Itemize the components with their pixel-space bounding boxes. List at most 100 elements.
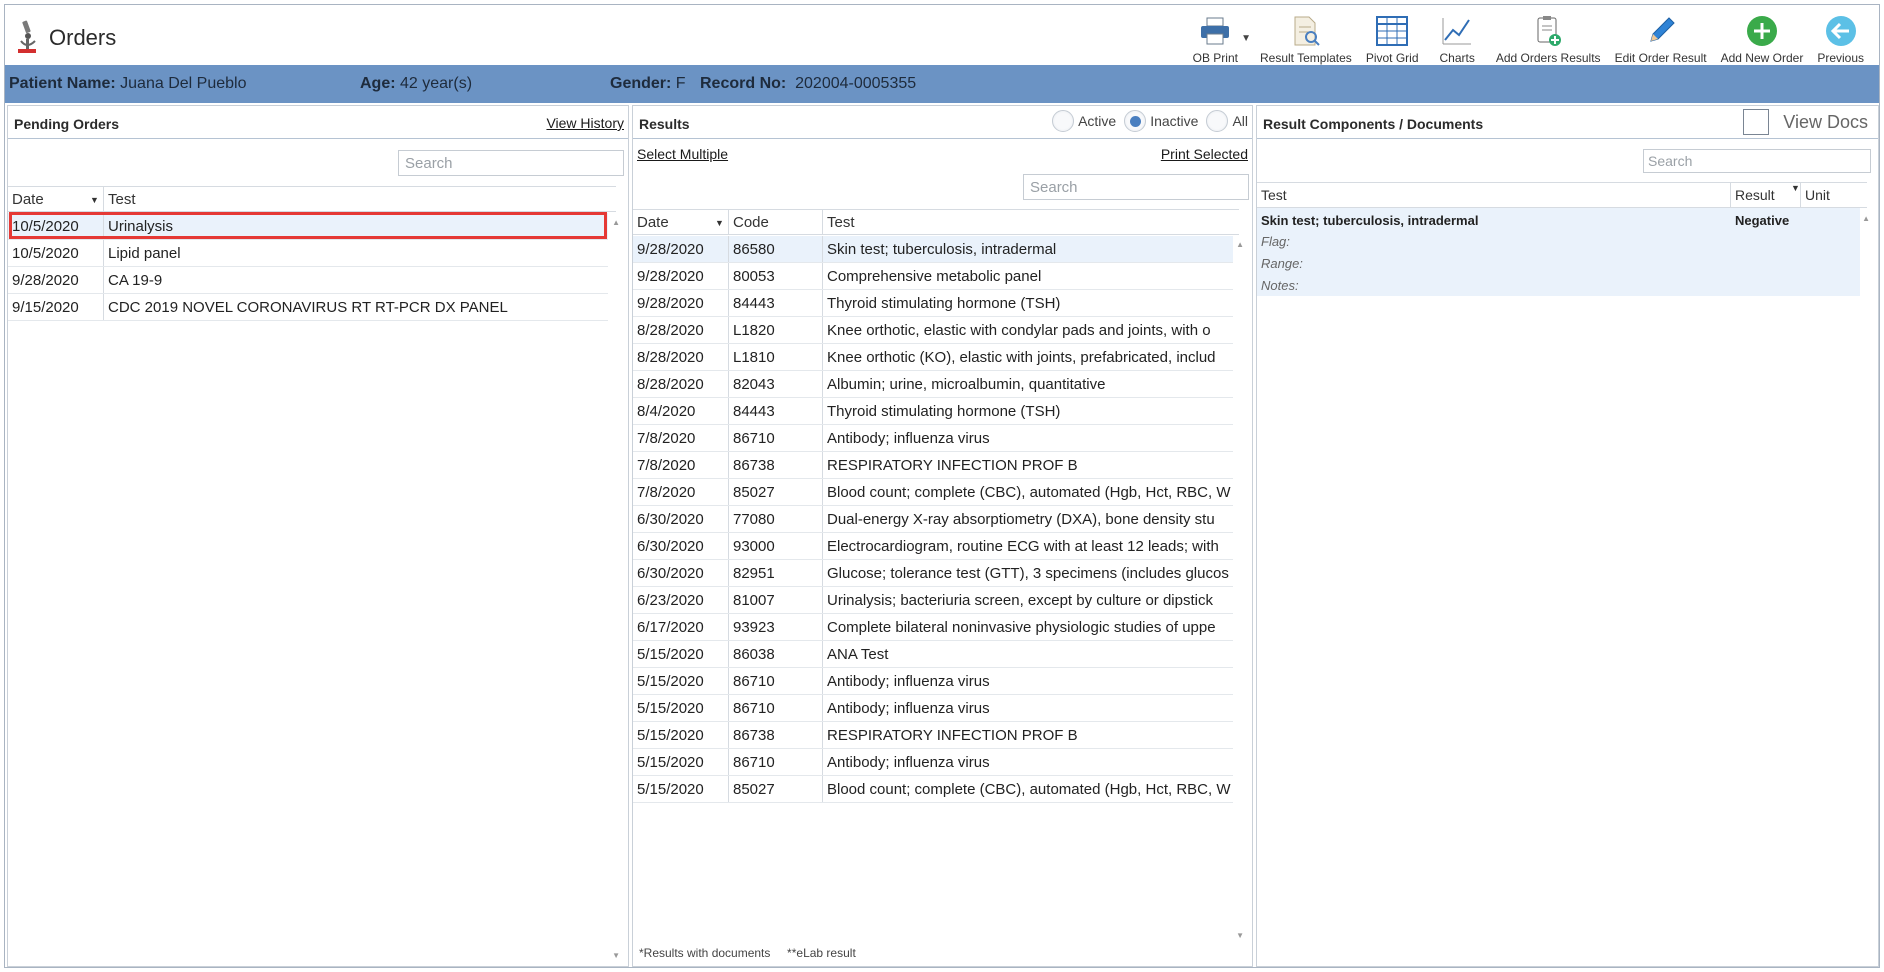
plus-circle-icon	[1745, 15, 1779, 47]
view-docs-checkbox[interactable]	[1743, 109, 1770, 135]
row-test: Blood count; complete (CBC), automated (…	[827, 781, 1231, 798]
filter-all-radio[interactable]: All	[1206, 110, 1248, 132]
sort-down-icon[interactable]: ▼	[715, 218, 724, 228]
row-date: 7/8/2020	[633, 425, 729, 451]
patient-age: Age: 42 year(s)	[360, 75, 472, 93]
table-row[interactable]: 9/15/2020 CDC 2019 NOVEL CORONAVIRUS RT R…	[8, 294, 608, 321]
previous-button[interactable]: Previous	[1810, 11, 1871, 65]
row-code: 86738	[729, 722, 823, 748]
table-row[interactable]: 9/28/2020 80053 Comprehensive metabolic pa…	[633, 263, 1233, 290]
row-test: Blood count; complete (CBC), automated (…	[827, 484, 1231, 501]
back-arrow-icon	[1824, 15, 1858, 47]
table-row[interactable]: 7/8/2020 85027 Blood count; complete (CBC)…	[633, 479, 1233, 506]
table-row[interactable]: 5/15/2020 86710 Antibody; influenza virus	[633, 668, 1233, 695]
table-row[interactable]: 6/30/2020 77080 Dual-energy X-ray absorpti…	[633, 506, 1233, 533]
scroll-down-icon[interactable]: ▼	[612, 951, 620, 960]
table-row[interactable]: 6/30/2020 82951 Glucose; tolerance test (G…	[633, 560, 1233, 587]
printer-icon	[1198, 15, 1232, 47]
pivot-grid-label: Pivot Grid	[1365, 51, 1419, 65]
notes-label: Notes:	[1261, 278, 1299, 293]
row-code: 86710	[729, 695, 823, 721]
table-row[interactable]: 5/15/2020 86038 ANA Test	[633, 641, 1233, 668]
row-date: 9/28/2020	[633, 290, 729, 316]
result-templates-button[interactable]: Result Templates	[1253, 11, 1359, 65]
test-column-header[interactable]: Test	[104, 187, 604, 211]
selection-highlight-box	[9, 212, 607, 239]
result-components-header: Result Components / Documents View Docs	[1257, 106, 1878, 139]
row-test: Albumin; urine, microalbumin, quantitati…	[827, 376, 1106, 393]
sort-down-icon[interactable]: ▼	[90, 195, 99, 205]
row-test: Comprehensive metabolic panel	[827, 268, 1042, 285]
table-row[interactable]: 7/8/2020 86738 RESPIRATORY INFECTION PROF …	[633, 452, 1233, 479]
flag-label: Flag:	[1261, 234, 1290, 249]
table-row[interactable]: 9/28/2020 CA 19-9	[8, 267, 608, 294]
table-row[interactable]: 8/28/2020 L1820 Knee orthotic, elastic wit…	[633, 317, 1233, 344]
chevron-down-icon[interactable]: ▼	[1241, 33, 1251, 44]
row-date: 9/28/2020	[8, 267, 104, 293]
table-row[interactable]: 7/8/2020 86710 Antibody; influenza virus	[633, 425, 1233, 452]
date-column-label: Date	[12, 191, 44, 208]
view-history-link[interactable]: View History	[546, 115, 624, 131]
results-panel: Results Active Inactive All Select Multi…	[632, 105, 1253, 967]
table-row[interactable]: 9/28/2020 86580 Skin test; tuberculosis, i…	[633, 236, 1233, 263]
scroll-up-icon[interactable]: ▲	[1862, 214, 1870, 223]
row-date: 8/4/2020	[633, 398, 729, 424]
edit-order-result-button[interactable]: Edit Order Result	[1608, 11, 1714, 65]
results-search-input[interactable]: Search	[1023, 174, 1249, 200]
test-column-header[interactable]: Test	[823, 210, 1233, 234]
orders-window: Orders OB Print ▼ Result Templates Pivot…	[4, 4, 1880, 968]
row-code: 81007	[729, 587, 823, 613]
row-code: 93923	[729, 614, 823, 640]
radio-on-icon	[1124, 110, 1147, 132]
add-new-order-button[interactable]: Add New Order	[1714, 11, 1811, 65]
test-column-label: Test	[1261, 187, 1287, 203]
row-code: 84443	[729, 290, 823, 316]
table-row[interactable]: 5/15/2020 85027 Blood count; complete (CBC…	[633, 776, 1233, 803]
pencil-icon	[1644, 15, 1678, 47]
table-row[interactable]: 5/15/2020 86710 Antibody; influenza virus	[633, 695, 1233, 722]
scroll-up-icon[interactable]: ▲	[1236, 240, 1244, 249]
components-search-input[interactable]: Search	[1643, 149, 1871, 173]
table-row[interactable]: 9/28/2020 84443 Thyroid stimulating hormon…	[633, 290, 1233, 317]
results-filter-group: Active Inactive All	[1044, 110, 1248, 132]
pivot-grid-button[interactable]: Pivot Grid	[1359, 11, 1426, 65]
test-column-header[interactable]: Test	[1257, 183, 1731, 207]
code-column-header[interactable]: Code	[729, 210, 823, 234]
row-code: 86710	[729, 668, 823, 694]
filter-inactive-radio[interactable]: Inactive	[1124, 110, 1198, 132]
table-row[interactable]: 5/15/2020 86738 RESPIRATORY INFECTION PROF…	[633, 722, 1233, 749]
pending-search-input[interactable]: Search	[398, 150, 624, 176]
row-date: 5/15/2020	[633, 722, 729, 748]
component-row[interactable]: Skin test; tuberculosis, intradermal Neg…	[1257, 208, 1860, 296]
row-test: Urinalysis; bacteriuria screen, except b…	[827, 592, 1213, 609]
row-date: 5/15/2020	[633, 668, 729, 694]
row-date: 7/8/2020	[633, 479, 729, 505]
row-date: 8/28/2020	[633, 317, 729, 343]
row-date: 6/30/2020	[633, 506, 729, 532]
table-row[interactable]: 5/15/2020 86710 Antibody; influenza virus	[633, 749, 1233, 776]
table-row[interactable]: 6/30/2020 93000 Electrocardiogram, routine…	[633, 533, 1233, 560]
date-column-label: Date	[637, 214, 669, 231]
row-test: CDC 2019 NOVEL CORONAVIRUS RT RT-PCR DX …	[108, 299, 508, 316]
table-row[interactable]: 10/5/2020 Lipid panel	[8, 240, 608, 267]
scroll-down-icon[interactable]: ▼	[1236, 931, 1244, 940]
patient-name: Patient Name: Juana Del Pueblo	[9, 75, 246, 93]
filter-active-radio[interactable]: Active	[1052, 110, 1116, 132]
scroll-up-icon[interactable]: ▲	[612, 218, 620, 227]
table-row[interactable]: 6/23/2020 81007 Urinalysis; bacteriuria sc…	[633, 587, 1233, 614]
row-date: 5/15/2020	[633, 641, 729, 667]
filter-icon[interactable]: ▼	[1791, 183, 1800, 193]
view-docs-toggle[interactable]: View Docs	[1743, 109, 1868, 135]
print-selected-link[interactable]: Print Selected	[1161, 146, 1248, 162]
table-row[interactable]: 8/28/2020 82043 Albumin; urine, microalbum…	[633, 371, 1233, 398]
table-row[interactable]: 8/4/2020 84443 Thyroid stimulating hormone…	[633, 398, 1233, 425]
row-code: L1820	[729, 317, 823, 343]
add-orders-results-button[interactable]: Add Orders Results	[1489, 11, 1608, 65]
ob-print-button[interactable]: OB Print ▼	[1186, 11, 1251, 65]
table-row[interactable]: 6/17/2020 93923 Complete bilateral noninva…	[633, 614, 1233, 641]
unit-column-header[interactable]: Unit	[1801, 183, 1861, 207]
row-code: 82951	[729, 560, 823, 586]
charts-button[interactable]: Charts	[1426, 11, 1489, 65]
table-row[interactable]: 8/28/2020 L1810 Knee orthotic (KO), elasti…	[633, 344, 1233, 371]
select-multiple-link[interactable]: Select Multiple	[637, 146, 728, 162]
